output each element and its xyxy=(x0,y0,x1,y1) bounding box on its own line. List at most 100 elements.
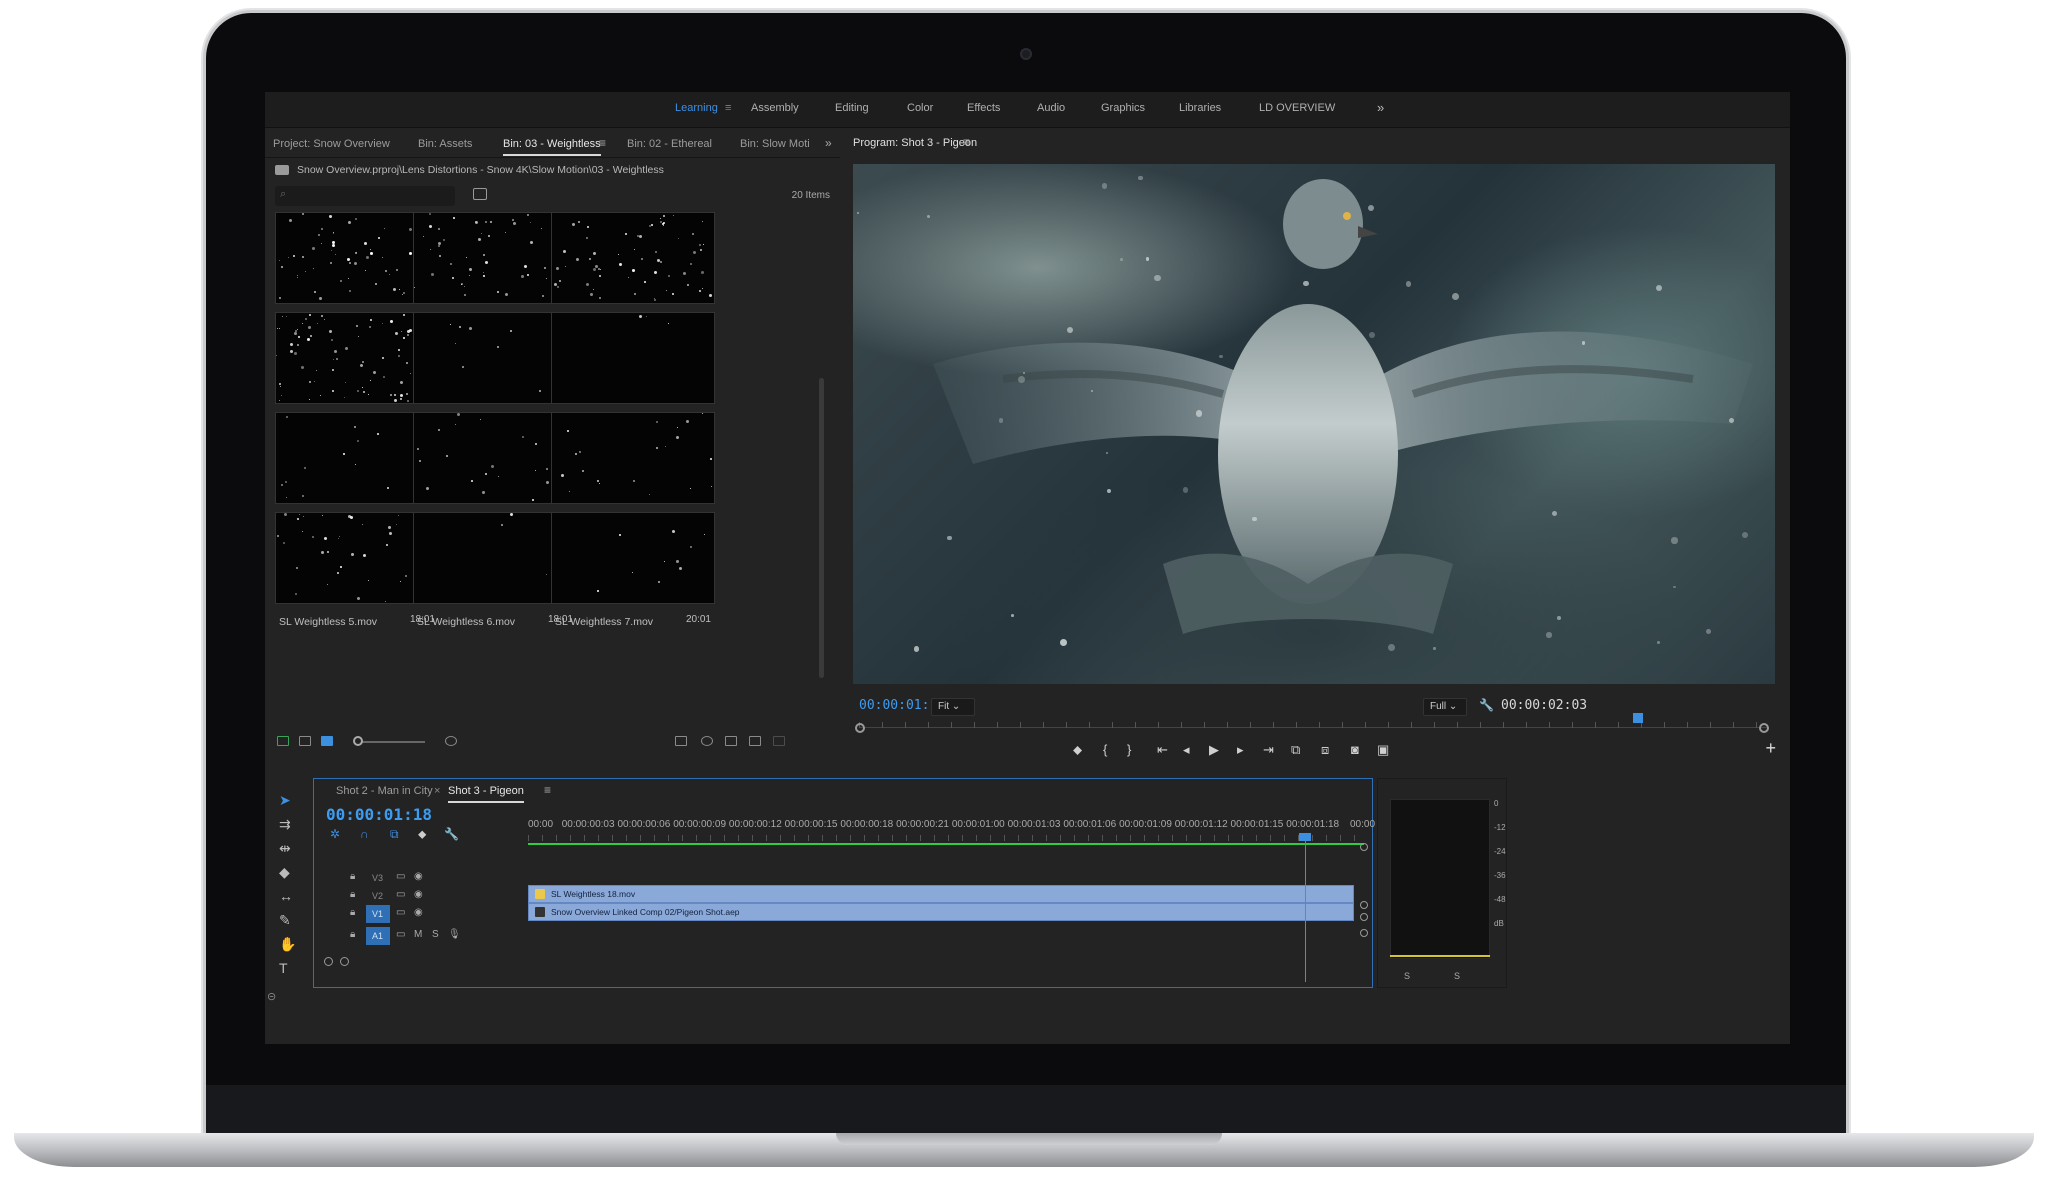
zoom-slider-knob[interactable] xyxy=(353,736,363,746)
solo-button[interactable]: S xyxy=(432,929,439,940)
clip-thumbnail[interactable] xyxy=(551,312,715,404)
workspace-audio[interactable]: Audio xyxy=(1037,102,1065,114)
icon-view-icon[interactable] xyxy=(321,736,333,746)
scrollbar[interactable] xyxy=(819,378,824,678)
tab-project[interactable]: Project: Snow Overview xyxy=(273,138,390,150)
mute-button[interactable]: M xyxy=(414,929,422,940)
end-ring[interactable] xyxy=(1360,843,1368,851)
track-label-a1[interactable]: A1 xyxy=(372,931,383,941)
solo-right-button[interactable]: S xyxy=(1454,971,1460,981)
tab-sequence-shot2[interactable]: Shot 2 - Man in City xyxy=(336,785,433,797)
slip-tool-icon[interactable]: ↔ xyxy=(279,888,293,904)
clip-name[interactable]: SL Weightless 5.mov xyxy=(279,616,377,628)
search-bin-icon[interactable] xyxy=(675,736,687,746)
tab-bin-slow-motion[interactable]: Bin: Slow Moti xyxy=(740,138,810,150)
tab-menu-icon[interactable]: ≡ xyxy=(599,136,606,150)
razor-tool-icon[interactable]: ◆ xyxy=(279,864,290,881)
workspace-graphics[interactable]: Graphics xyxy=(1101,102,1145,114)
new-item-icon[interactable] xyxy=(749,736,761,746)
workspace-color[interactable]: Color xyxy=(907,102,933,114)
timeline-settings-icon[interactable]: 🔧 xyxy=(444,827,459,841)
insert-icon[interactable]: ⧉ xyxy=(1291,742,1300,758)
track-label-v2[interactable]: V2 xyxy=(372,891,383,901)
workspace-menu-icon[interactable]: ≡ xyxy=(725,102,731,114)
video-frame[interactable] xyxy=(853,164,1775,684)
type-tool-icon[interactable]: T xyxy=(279,960,288,976)
hand-tool-icon[interactable]: ✋ xyxy=(279,936,296,953)
timeline-timecode[interactable]: 00:00:01:18 xyxy=(326,805,432,824)
program-menu-icon[interactable]: ≡ xyxy=(963,135,970,149)
mark-out-icon[interactable]: } xyxy=(1127,742,1131,757)
trash-icon[interactable] xyxy=(773,736,785,746)
program-title[interactable]: Program: Shot 3 - Pigeon xyxy=(853,137,977,149)
eye-icon[interactable]: ◉ xyxy=(414,871,423,882)
timeline-clip-v2[interactable]: SL Weightless 18.mov xyxy=(528,885,1354,903)
clip-thumbnail[interactable] xyxy=(551,412,715,504)
in-ring[interactable] xyxy=(855,723,865,733)
go-to-in-icon[interactable]: ⇤ xyxy=(1157,742,1168,758)
sync-lock-icon[interactable]: ▭ xyxy=(396,907,405,918)
comparison-view-icon[interactable]: ▣ xyxy=(1377,742,1389,758)
find-icon[interactable] xyxy=(701,736,713,746)
eye-icon[interactable]: ◉ xyxy=(414,889,423,900)
linked-selection-icon[interactable]: ⧉ xyxy=(390,827,399,842)
end-ring[interactable] xyxy=(1360,901,1368,909)
more-workspaces-icon[interactable]: » xyxy=(1377,100,1384,115)
export-frame-icon[interactable]: ◙ xyxy=(1351,742,1359,757)
end-ring[interactable] xyxy=(1360,913,1368,921)
zoom-out-ring[interactable] xyxy=(324,957,333,966)
wrench-icon[interactable]: 🔧 xyxy=(1479,698,1494,712)
more-tabs-icon[interactable]: » xyxy=(825,136,832,150)
pen-tool-icon[interactable]: ✎ xyxy=(279,912,291,929)
button-editor-icon[interactable]: + xyxy=(1765,738,1776,759)
track-lock-v3[interactable]: 🔒︎ xyxy=(350,871,355,882)
program-playhead[interactable] xyxy=(1632,713,1643,723)
track-lock-v2[interactable]: 🔒︎ xyxy=(350,889,355,900)
step-forward-icon[interactable]: ▸ xyxy=(1237,742,1244,758)
sync-lock-icon[interactable]: ▭ xyxy=(396,889,405,900)
tab-bin-assets[interactable]: Bin: Assets xyxy=(418,138,472,150)
lock-icon[interactable] xyxy=(277,736,289,746)
nest-icon[interactable]: ✲ xyxy=(330,827,340,841)
workspace-libraries[interactable]: Libraries xyxy=(1179,102,1221,114)
work-area-bar[interactable] xyxy=(528,843,1364,845)
timeline-playhead[interactable] xyxy=(1299,833,1312,982)
search-input[interactable]: ⌕ xyxy=(275,186,455,206)
workspace-learning[interactable]: Learning xyxy=(675,102,718,114)
tab-bin-ethereal[interactable]: Bin: 02 - Ethereal xyxy=(627,138,712,150)
eye-icon[interactable]: ◉ xyxy=(414,907,423,918)
workspace-effects[interactable]: Effects xyxy=(967,102,1000,114)
track-label-v1[interactable]: V1 xyxy=(372,909,383,919)
mark-in-icon[interactable]: { xyxy=(1103,742,1107,757)
go-to-out-icon[interactable]: ⇥ xyxy=(1263,742,1274,758)
clip-name[interactable]: SL Weightless 7.mov xyxy=(555,616,653,628)
workspace-ld-overview[interactable]: LD OVERVIEW xyxy=(1259,102,1335,114)
workspace-assembly[interactable]: Assembly xyxy=(751,102,799,114)
list-view-icon[interactable] xyxy=(299,736,311,746)
sync-lock-icon[interactable]: ▭ xyxy=(396,871,405,882)
track-select-tool-icon[interactable]: ⇉ xyxy=(279,816,291,833)
clip-card[interactable]: SL Weightless 7.mov 20:01 xyxy=(551,512,723,636)
snap-icon[interactable]: ∩ xyxy=(360,827,369,841)
play-icon[interactable]: ▶ xyxy=(1209,742,1219,758)
microphone-icon[interactable]: 🎙︎ xyxy=(448,929,461,940)
workspace-editing[interactable]: Editing xyxy=(835,102,869,114)
add-marker-icon[interactable]: ⬥ xyxy=(418,827,426,842)
close-tab-icon[interactable]: × xyxy=(434,785,440,797)
timeline-clip-v1[interactable]: Snow Overview Linked Comp 02/Pigeon Shot… xyxy=(528,903,1354,921)
track-lock-v1[interactable]: 🔒︎ xyxy=(350,907,355,918)
solo-left-button[interactable]: S xyxy=(1404,971,1410,981)
tab-sequence-shot3[interactable]: Shot 3 - Pigeon xyxy=(448,785,524,803)
track-label-v3[interactable]: V3 xyxy=(372,873,383,883)
track-lock-a1[interactable]: 🔒︎ xyxy=(350,929,355,940)
zoom-in-ring[interactable] xyxy=(340,957,349,966)
new-search-bin-icon[interactable] xyxy=(473,188,487,200)
sort-icon[interactable] xyxy=(445,736,457,746)
clip-thumbnail[interactable] xyxy=(551,512,715,604)
add-marker-icon[interactable]: ⬥ xyxy=(1073,742,1082,758)
zoom-slider-track[interactable] xyxy=(355,741,425,743)
new-bin-icon[interactable] xyxy=(725,736,737,746)
out-ring[interactable] xyxy=(1759,723,1769,733)
tab-bin-weightless[interactable]: Bin: 03 - Weightless xyxy=(503,138,601,156)
sync-lock-icon[interactable]: ▭ xyxy=(396,929,405,940)
